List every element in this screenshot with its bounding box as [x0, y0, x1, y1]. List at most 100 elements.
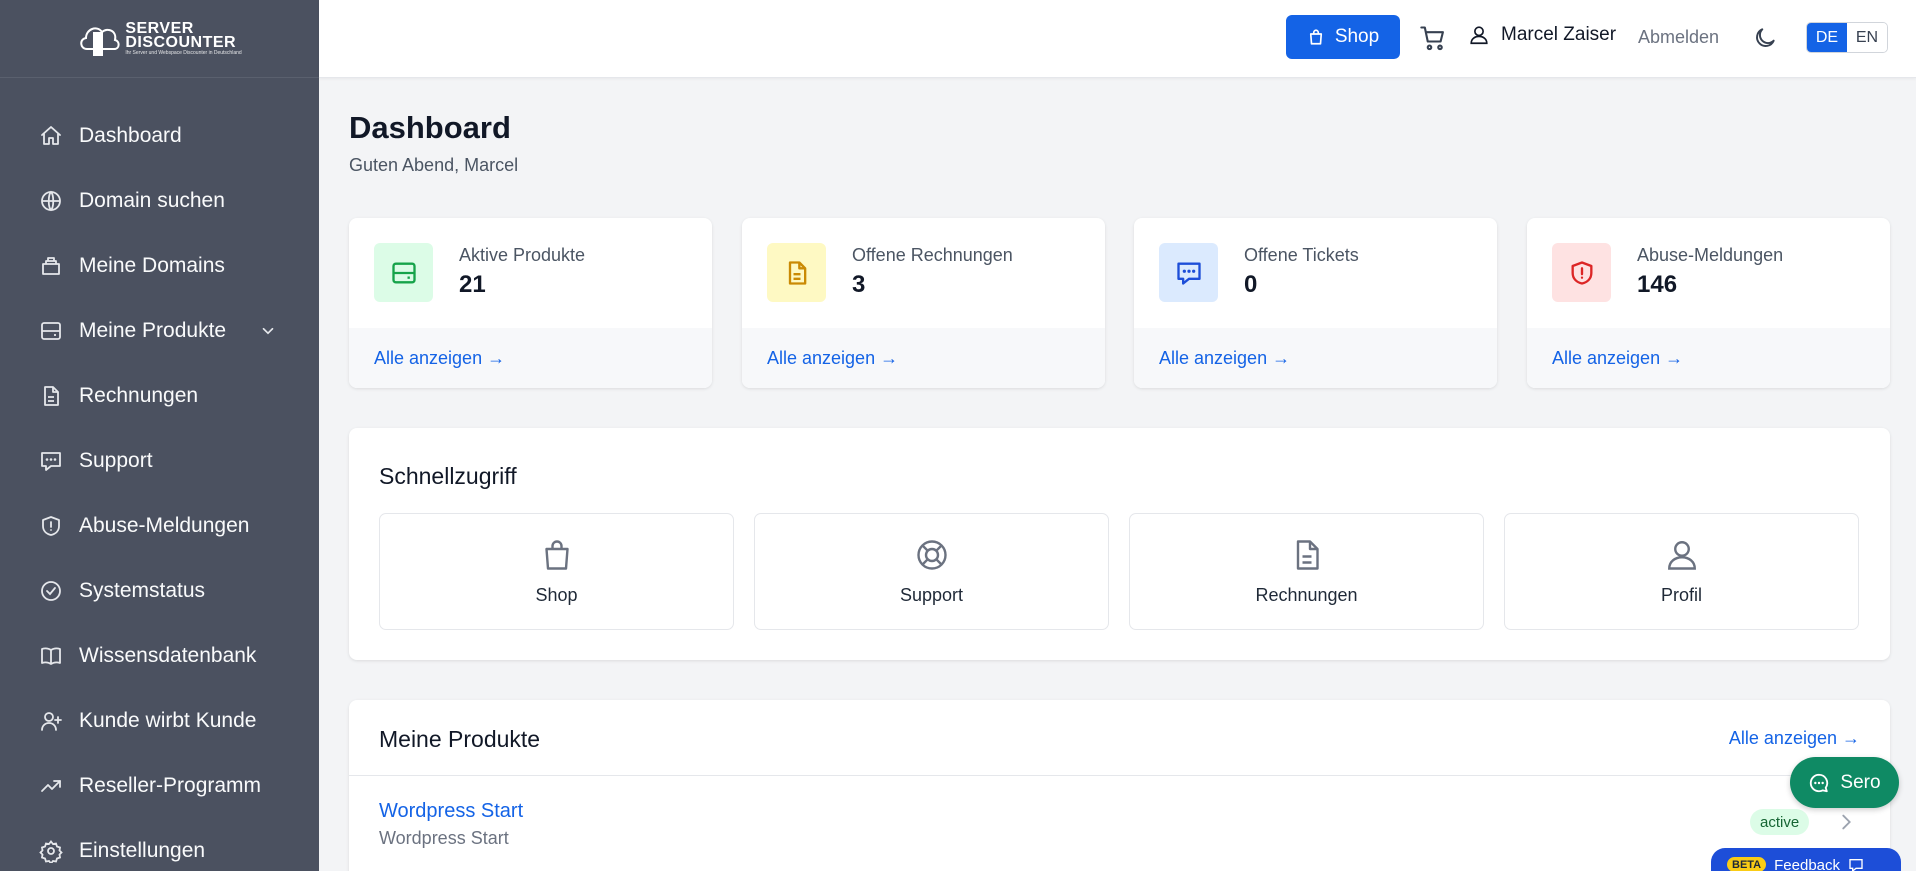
book-icon	[39, 644, 63, 668]
sidebar-item-systemstatus[interactable]: Systemstatus	[0, 558, 319, 623]
sidebar-item-abuse-meldungen[interactable]: Abuse-Meldungen	[0, 493, 319, 558]
brand-tagline: Ihr Server und Webspace Discounter in De…	[125, 49, 242, 56]
quick-tile-profil[interactable]: Profil	[1504, 513, 1859, 630]
sidebar-item-domain-suchen[interactable]: Domain suchen	[0, 168, 319, 233]
document-icon	[767, 243, 826, 302]
sidebar-item-label: Domain suchen	[79, 188, 225, 212]
chat-widget-label: Sero	[1840, 771, 1881, 793]
product-subtitle: Wordpress Start	[379, 828, 509, 848]
server-icon	[374, 243, 433, 302]
sidebar-item-label: Meine Produkte	[79, 318, 227, 342]
lang-en-button[interactable]: EN	[1847, 23, 1887, 52]
user-menu[interactable]: Marcel Zaiser	[1468, 24, 1616, 46]
sidebar-item-label: Kunde wirbt Kunde	[79, 708, 257, 732]
stat-value: 0	[1244, 271, 1258, 298]
sidebar-item-kunde-wirbt-kunde[interactable]: Kunde wirbt Kunde	[0, 688, 319, 753]
home-icon	[39, 124, 63, 148]
quick-tile-label: Shop	[535, 585, 578, 605]
stat-value: 3	[852, 271, 866, 298]
shield-alert-icon	[1552, 243, 1611, 302]
shield-icon	[39, 514, 63, 538]
chat-icon	[1159, 243, 1218, 302]
greeting-text: Guten Abend, Marcel	[349, 155, 519, 175]
sidebar-item-einstellungen[interactable]: Einstellungen	[0, 818, 319, 871]
lifebuoy-icon	[916, 540, 947, 570]
stat-value: 21	[459, 271, 486, 298]
feedback-label: Feedback	[1774, 857, 1841, 871]
document-icon	[1296, 540, 1319, 570]
lang-de-button[interactable]: DE	[1807, 23, 1847, 52]
stat-view-all-link[interactable]: Alle anzeigen →	[349, 328, 712, 388]
stat-label: Aktive Produkte	[459, 245, 586, 265]
sidebar-item-reseller-programm[interactable]: Reseller-Programm	[0, 753, 319, 818]
bag-icon	[39, 254, 63, 278]
stat-label: Offene Tickets	[1244, 245, 1359, 265]
products-view-all-link[interactable]: Alle anzeigen →	[1729, 728, 1860, 749]
chat-widget-button[interactable]: Sero	[1790, 757, 1899, 808]
globe-icon	[39, 189, 63, 213]
stat-card-active-products: Aktive Produkte 21 Alle anzeigen →	[349, 218, 712, 388]
user-icon	[1667, 541, 1696, 570]
sidebar-item-rechnungen[interactable]: Rechnungen	[0, 363, 319, 428]
language-switcher: DE EN	[1806, 22, 1888, 53]
products-panel: Meine Produkte Alle anzeigen → Wordpress…	[349, 700, 1890, 871]
shopping-bag-icon	[544, 540, 569, 570]
sidebar-item-support[interactable]: Support	[0, 428, 319, 493]
stat-value: 146	[1637, 271, 1678, 298]
quick-tile-support[interactable]: Support	[754, 513, 1109, 630]
chat-icon	[39, 449, 63, 473]
brand-logo[interactable]: SERVER DISCOUNTER Ihr Server und Webspace…	[0, 0, 319, 78]
cart-icon[interactable]	[1419, 24, 1447, 52]
quick-tile-label: Rechnungen	[1255, 585, 1358, 605]
feedback-button[interactable]: BETA Feedback	[1711, 848, 1901, 871]
sidebar-item-meine-produkte[interactable]: Meine Produkte	[0, 298, 319, 363]
quick-access-title: Schnellzugriff	[379, 463, 517, 489]
cloud-server-logo-icon	[80, 26, 120, 56]
user-name: Marcel Zaiser	[1501, 24, 1617, 45]
quick-access-panel: Schnellzugriff Shop Support Rechnungen P…	[349, 428, 1890, 660]
moon-icon[interactable]	[1752, 25, 1778, 51]
stat-view-all-link[interactable]: Alle anzeigen →	[742, 328, 1105, 388]
sidebar-item-label: Wissensdatenbank	[79, 643, 257, 667]
user-plus-icon	[39, 709, 63, 733]
check-circle-icon	[39, 579, 63, 603]
chevron-down-icon[interactable]	[259, 322, 277, 340]
sidebar-item-label: Einstellungen	[79, 838, 206, 862]
sidebar-item-label: Dashboard	[79, 123, 182, 147]
quick-tile-shop[interactable]: Shop	[379, 513, 734, 630]
brand-name: SERVER DISCOUNTER	[125, 19, 237, 51]
sidebar-nav: Dashboard Domain suchen Meine Domains Me…	[0, 78, 319, 871]
stat-label: Abuse-Meldungen	[1637, 245, 1784, 265]
divider	[349, 775, 1890, 776]
server-icon	[39, 319, 63, 343]
stat-view-all-link[interactable]: Alle anzeigen →	[1134, 328, 1497, 388]
quick-tile-label: Profil	[1660, 585, 1702, 605]
shopping-bag-icon	[1309, 29, 1322, 45]
product-name-link[interactable]: Wordpress Start	[379, 800, 523, 823]
stat-card-open-tickets: Offene Tickets 0 Alle anzeigen →	[1134, 218, 1497, 388]
chat-bubble-icon	[1810, 773, 1829, 792]
document-icon	[39, 384, 63, 408]
chevron-right-icon[interactable]	[1835, 811, 1857, 833]
status-badge: active	[1750, 809, 1810, 835]
stat-card-abuse-reports: Abuse-Meldungen 146 Alle anzeigen →	[1527, 218, 1890, 388]
message-icon	[1849, 859, 1863, 871]
sidebar-item-label: Reseller-Programm	[79, 773, 262, 797]
sidebar-item-label: Support	[79, 448, 153, 472]
shop-button-label: Shop	[1334, 26, 1380, 47]
page-title: Dashboard	[349, 110, 511, 145]
sidebar-item-label: Systemstatus	[79, 578, 206, 602]
stat-view-all-link[interactable]: Alle anzeigen →	[1527, 328, 1890, 388]
stat-label: Offene Rechnungen	[852, 245, 1013, 265]
sidebar-item-wissensdatenbank[interactable]: Wissensdatenbank	[0, 623, 319, 688]
shop-button[interactable]: Shop	[1286, 15, 1400, 59]
sidebar-item-meine-domains[interactable]: Meine Domains	[0, 233, 319, 298]
logout-link[interactable]: Abmelden	[1638, 27, 1719, 48]
quick-tile-rechnungen[interactable]: Rechnungen	[1129, 513, 1484, 630]
sidebar-item-dashboard[interactable]: Dashboard	[0, 103, 319, 168]
quick-tile-label: Support	[899, 585, 964, 605]
user-icon	[1470, 26, 1488, 45]
sidebar-item-label: Abuse-Meldungen	[79, 513, 250, 537]
beta-badge: BETA	[1727, 857, 1767, 871]
products-title: Meine Produkte	[379, 726, 541, 752]
